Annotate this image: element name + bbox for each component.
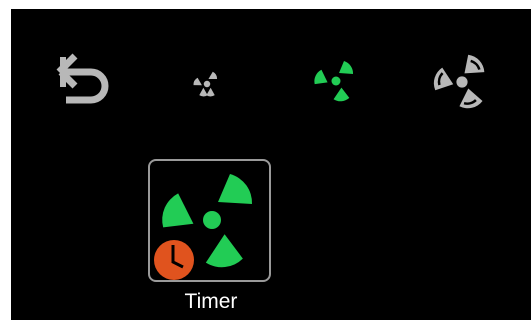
back-button[interactable] xyxy=(51,49,115,113)
fan-timer-button[interactable] xyxy=(148,159,271,282)
fan-medium-icon xyxy=(314,61,354,102)
timer-label: Timer xyxy=(184,290,238,313)
fan-high-icon xyxy=(433,54,485,109)
back-arrow-icon xyxy=(56,53,109,104)
fan-low-button[interactable] xyxy=(189,66,225,102)
fan-high-button[interactable] xyxy=(431,51,493,113)
clock-icon xyxy=(154,240,194,280)
fan-timer-icon xyxy=(154,174,253,280)
fan-medium-button[interactable] xyxy=(311,56,361,106)
screen-panel: Timer xyxy=(11,9,531,320)
fan-low-icon xyxy=(193,71,218,97)
